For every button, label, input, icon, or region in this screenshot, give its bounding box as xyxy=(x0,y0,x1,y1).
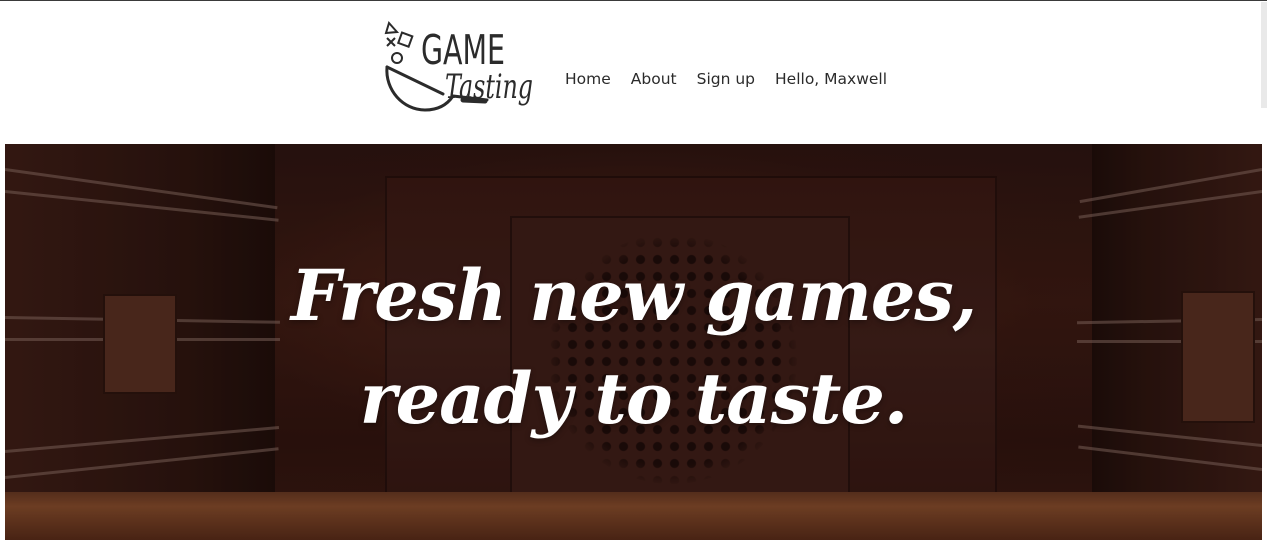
nav-sign-up[interactable]: Sign up xyxy=(697,69,755,89)
hero-headline-line1: Fresh new games, xyxy=(290,254,977,337)
logo-word-tasting: Tasting xyxy=(445,67,533,107)
cross-icon xyxy=(386,37,396,47)
hero-headline: Fresh new games, ready to taste. xyxy=(5,244,1262,450)
square-icon xyxy=(396,31,414,48)
triangle-icon xyxy=(384,20,400,35)
hero-banner: Fresh new games, ready to taste. xyxy=(5,144,1262,540)
scrollbar[interactable] xyxy=(1261,2,1267,108)
site-logo[interactable]: GAME Tasting xyxy=(383,20,539,114)
main-nav: Home About Sign up Hello, Maxwell xyxy=(565,69,887,89)
circle-icon xyxy=(391,52,403,64)
nav-home[interactable]: Home xyxy=(565,69,611,89)
nav-user-greeting[interactable]: Hello, Maxwell xyxy=(775,69,887,89)
nav-about[interactable]: About xyxy=(631,69,677,89)
hero-headline-line2: ready to taste. xyxy=(359,357,909,440)
site-header: GAME Tasting Home About Sign up Hello, M… xyxy=(0,1,1267,144)
